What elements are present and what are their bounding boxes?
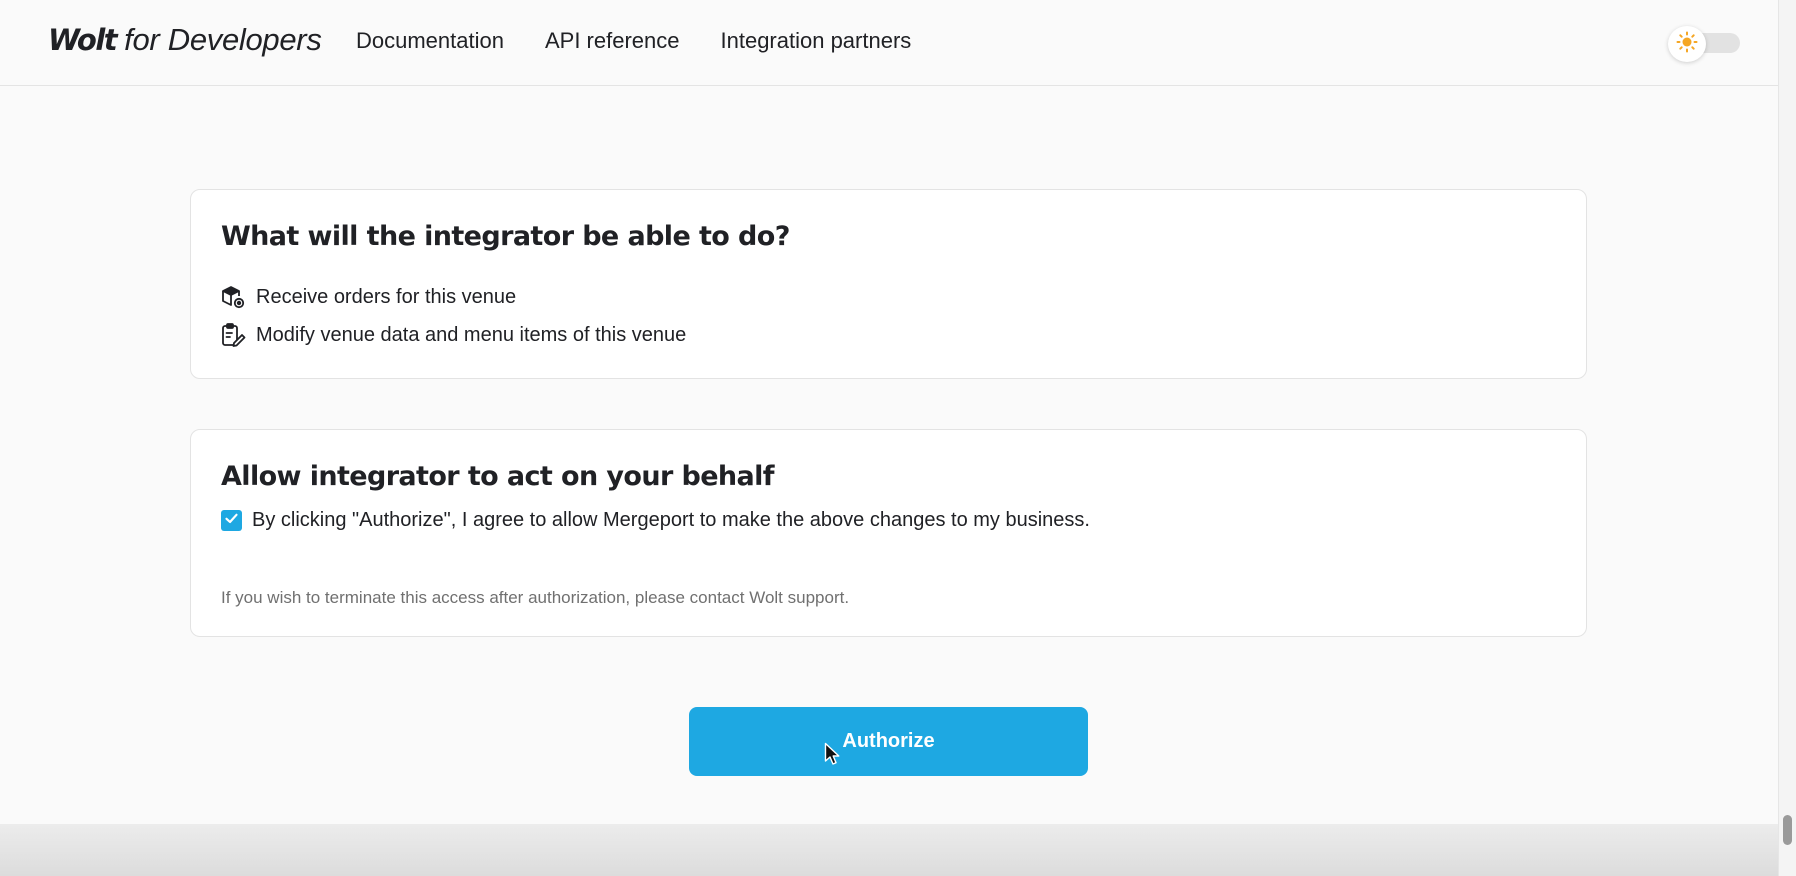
- mouse-cursor-icon: [824, 742, 840, 771]
- capabilities-title: What will the integrator be able to do?: [221, 221, 790, 252]
- page: Wolt for Developers Documentation API re…: [0, 0, 1778, 824]
- termination-note: If you wish to terminate this access aft…: [221, 588, 850, 607]
- theme-toggle-knob: [1668, 26, 1706, 62]
- nav-documentation[interactable]: Documentation: [356, 28, 504, 54]
- package-icon: [220, 284, 246, 310]
- checkmark-icon: [224, 509, 239, 532]
- theme-toggle[interactable]: [1668, 26, 1742, 62]
- consent-agreement[interactable]: By clicking "Authorize", I agree to allo…: [221, 509, 1090, 532]
- brand-wolt-wordmark: Wolt: [48, 23, 118, 57]
- permission-receive-orders: Receive orders for this venue: [220, 284, 516, 310]
- nav-integration-partners[interactable]: Integration partners: [721, 28, 912, 54]
- page-scrollbar[interactable]: [1778, 0, 1796, 876]
- consent-checkbox[interactable]: [221, 510, 242, 531]
- permission-receive-orders-label: Receive orders for this venue: [256, 285, 517, 308]
- clipboard-edit-icon: [220, 322, 246, 348]
- main-nav: Documentation API reference Integration …: [356, 28, 911, 54]
- consent-title: Allow integrator to act on your behalf: [221, 461, 775, 492]
- consent-card: Allow integrator to act on your behalf B…: [190, 429, 1587, 637]
- brand-for-developers: for Developers: [124, 22, 322, 57]
- authorize-button[interactable]: Authorize: [689, 707, 1088, 776]
- consent-checkbox-label: By clicking "Authorize", I agree to allo…: [252, 509, 1090, 531]
- nav-api-reference[interactable]: API reference: [545, 28, 680, 54]
- scrollbar-thumb[interactable]: [1783, 815, 1792, 845]
- sun-icon: [1676, 31, 1698, 58]
- brand-logo[interactable]: Wolt for Developers: [48, 22, 322, 62]
- permission-modify-venue: Modify venue data and menu items of this…: [220, 322, 686, 348]
- permission-modify-venue-label: Modify venue data and menu items of this…: [256, 323, 687, 346]
- top-navigation-bar: Wolt for Developers Documentation API re…: [0, 0, 1778, 86]
- window-bottom-edge: [0, 824, 1778, 876]
